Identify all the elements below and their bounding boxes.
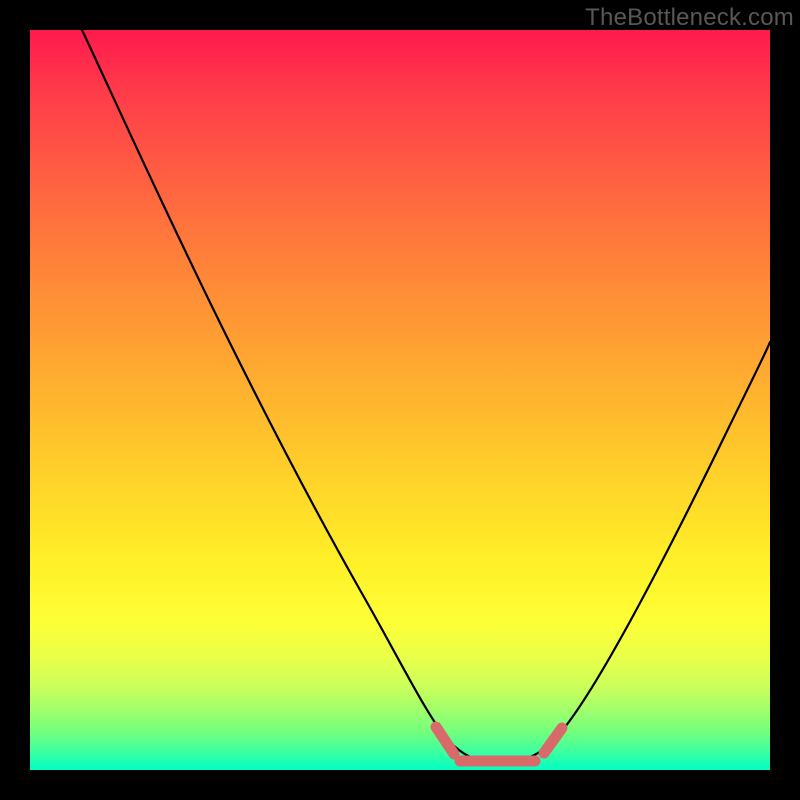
watermark-text: TheBottleneck.com <box>585 4 794 32</box>
plot-area <box>30 30 770 770</box>
curve-layer <box>30 30 770 770</box>
bottleneck-curve <box>82 30 770 763</box>
flat-left-edge-marker <box>436 727 454 754</box>
chart-frame: TheBottleneck.com <box>0 0 800 800</box>
flat-right-edge-marker <box>544 728 562 753</box>
